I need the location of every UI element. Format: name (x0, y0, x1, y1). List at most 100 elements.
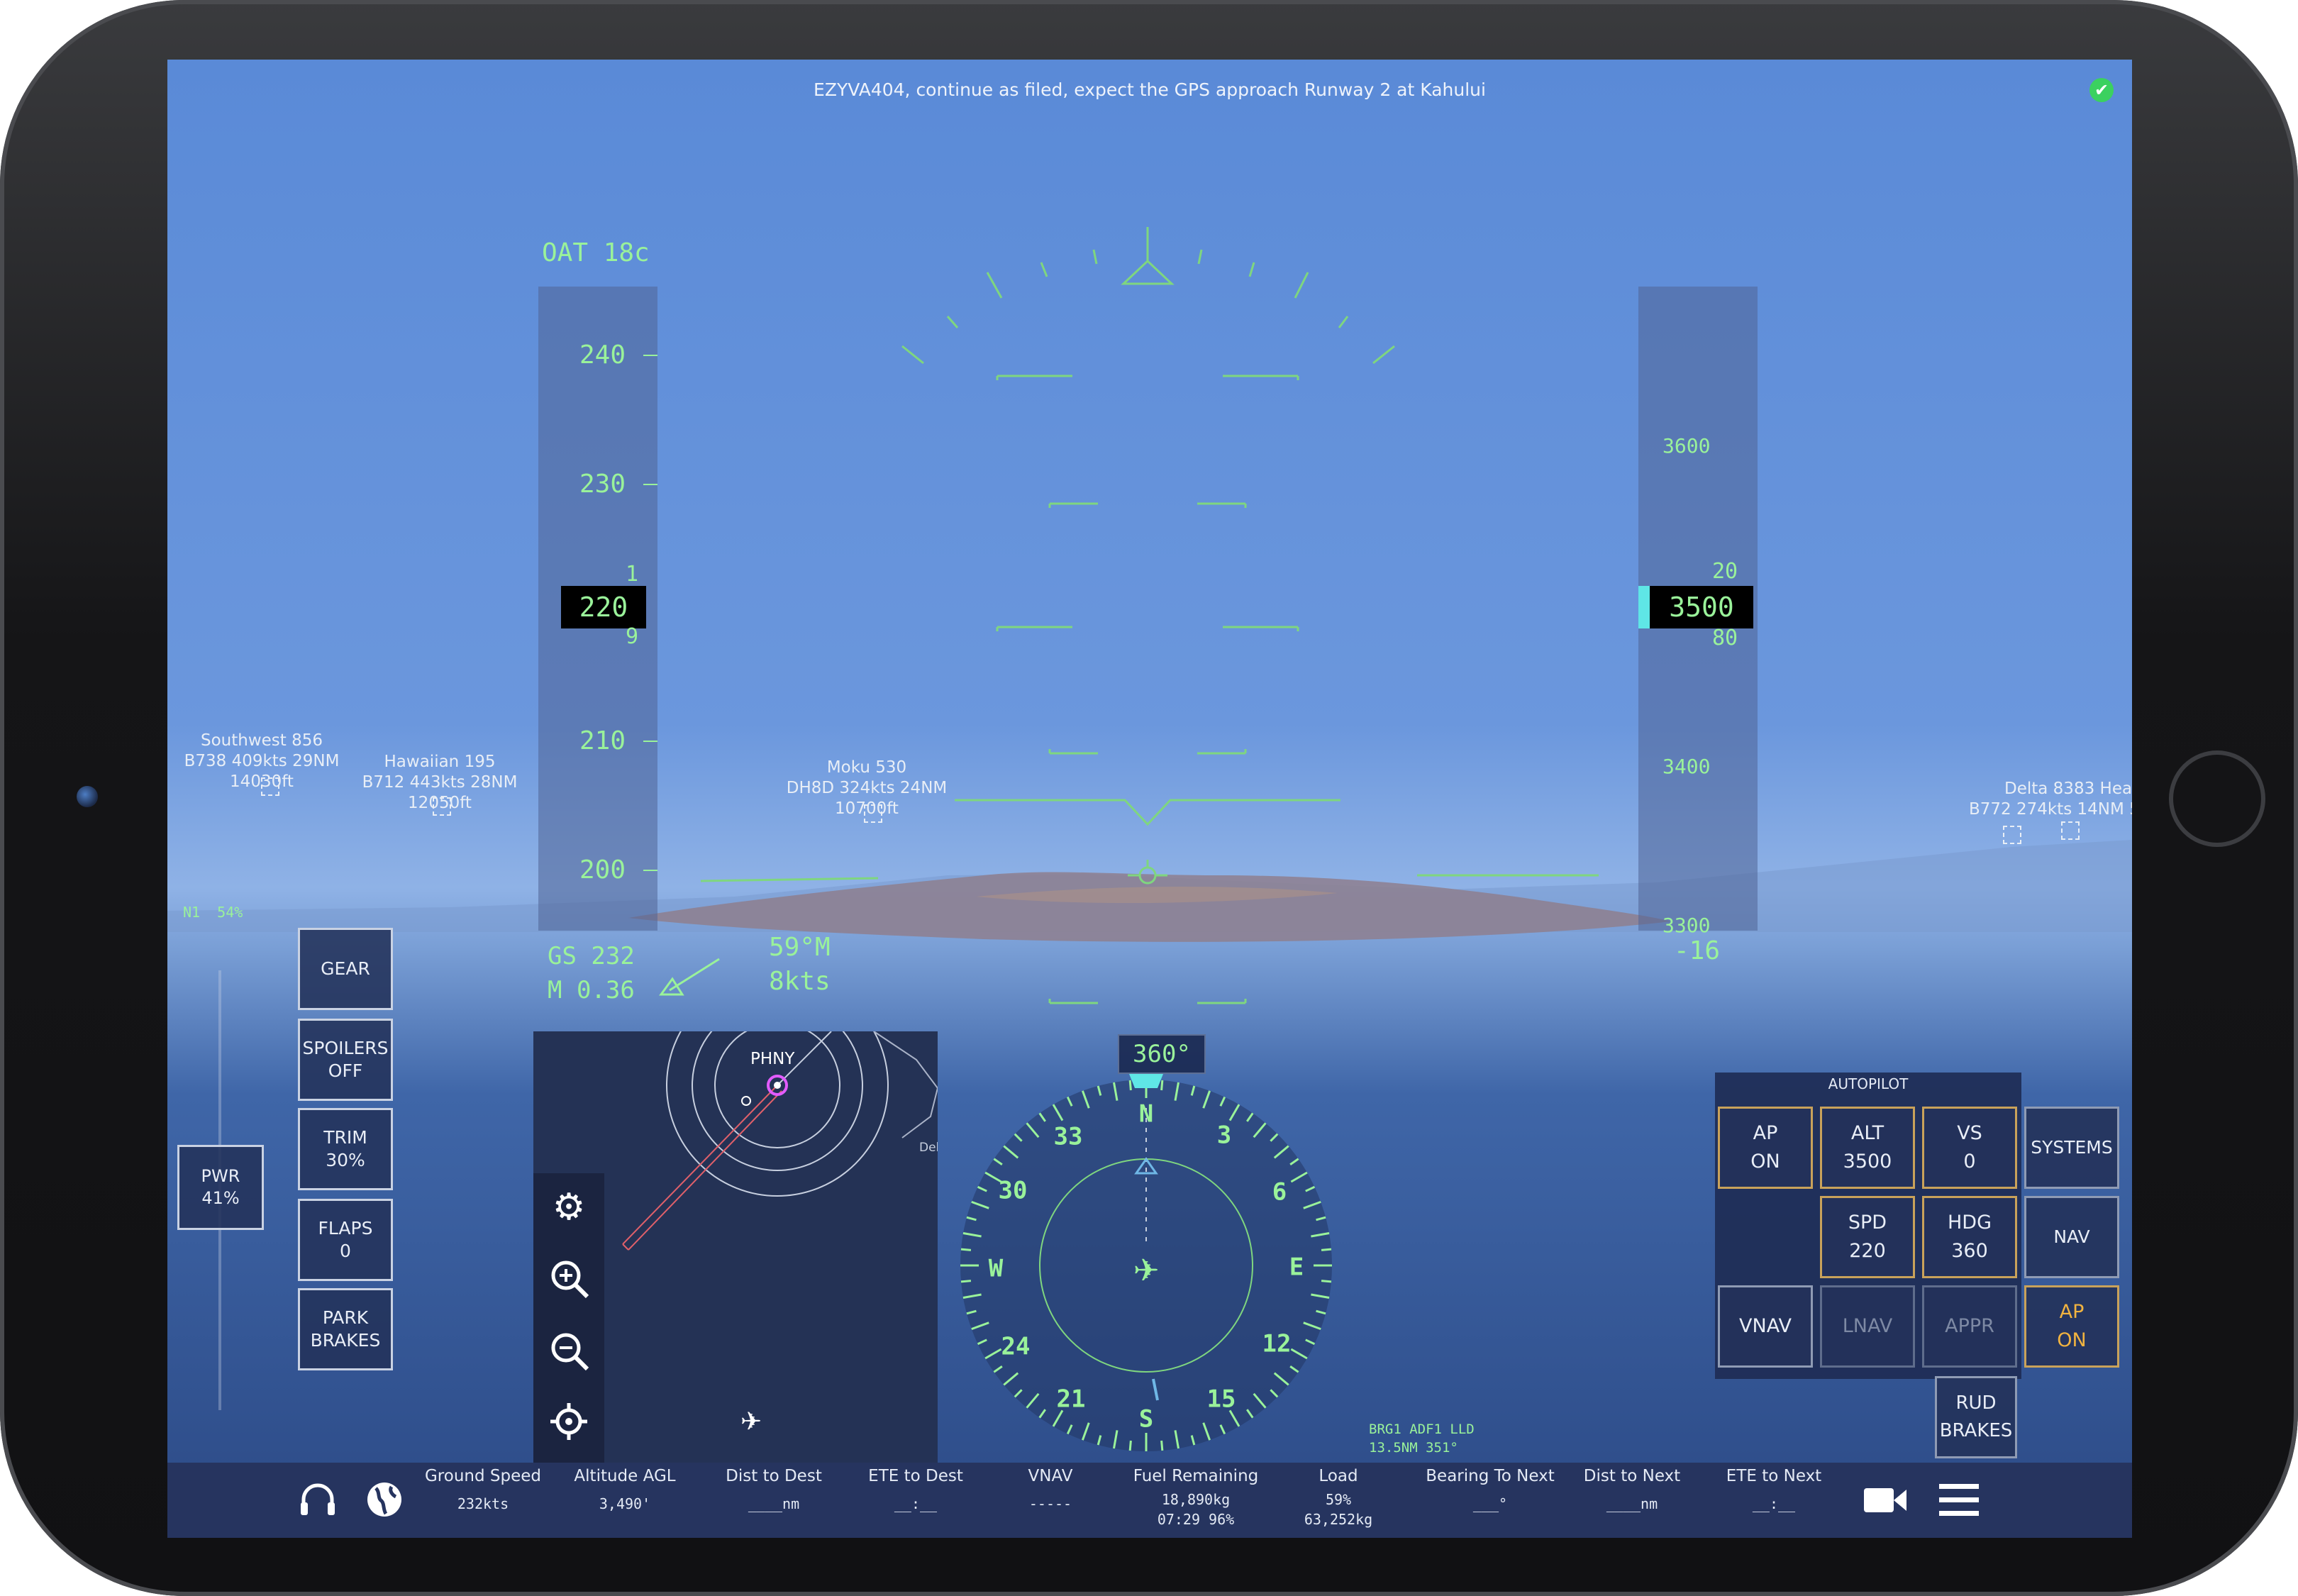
stat-dist-to-next: Dist to Next ____nm (1572, 1463, 1692, 1512)
map-aircraft-icon: ✈ (740, 1407, 762, 1436)
compass-label-33: 33 (1054, 1123, 1083, 1151)
traffic-info: B772 274kts 14NM 5 (1969, 799, 2132, 819)
ap-master-state: ON (2057, 1329, 2087, 1351)
autopilot-lnav-button[interactable]: LNAV (1820, 1285, 1915, 1368)
power-button[interactable]: PWR 41% (177, 1145, 264, 1230)
rudder-brakes-button[interactable]: RUD BRAKES (1935, 1376, 2017, 1458)
stat-load: Load 59% 63,252kg (1278, 1463, 1399, 1528)
traffic-marker[interactable] (2003, 826, 2021, 844)
stat-value: ____nm (748, 1495, 800, 1512)
vs-label: VS (1957, 1121, 1982, 1144)
traffic-marker[interactable] (864, 804, 882, 823)
compass-label-e: E (1289, 1253, 1304, 1282)
stat-value-secondary: 07:29 96% (1157, 1511, 1235, 1528)
stat-fuel-remaining: Fuel Remaining 18,890kg 07:29 96% (1125, 1463, 1267, 1528)
home-button[interactable] (2169, 750, 2265, 847)
zoom-in-icon[interactable] (549, 1258, 592, 1301)
stat-label: ETE to Dest (868, 1467, 963, 1485)
mach-value: M 0.36 (548, 976, 635, 1004)
bottom-status-bar: Ground Speed 232kts Altitude AGL 3,490' … (167, 1463, 2132, 1538)
alt-label: ALT (1850, 1121, 1885, 1144)
traffic-marker[interactable] (2061, 821, 2080, 840)
front-camera (77, 786, 98, 807)
autopilot-vs-button[interactable]: VS 0 (1922, 1107, 2017, 1189)
ap-master-label: AP (2059, 1300, 2085, 1323)
traffic-marker[interactable] (433, 797, 451, 816)
vs-value: 0 (1963, 1151, 1976, 1173)
moving-map[interactable]: PHNY Del ✈ ⚙ (533, 1031, 938, 1465)
compass-label-24: 24 (1001, 1333, 1031, 1361)
compass-label-n: N (1139, 1100, 1153, 1129)
flight-sim-screen: EZYVA404, continue as filed, expect the … (167, 60, 2132, 1538)
traffic-marker[interactable] (261, 777, 279, 796)
stat-label: ETE to Next (1726, 1467, 1822, 1485)
globe-icon[interactable] (363, 1478, 406, 1521)
stat-label: VNAV (1028, 1467, 1073, 1485)
traffic-callsign: Southwest 856 (200, 731, 323, 750)
stat-value: ____nm (1606, 1495, 1658, 1512)
autopilot-vnav-button[interactable]: VNAV (1718, 1285, 1813, 1368)
map-toolbar: ⚙ (533, 1173, 604, 1465)
ap-state: ON (1750, 1151, 1780, 1173)
compass-label-21: 21 (1057, 1385, 1086, 1414)
stat-value: 59% (1325, 1491, 1352, 1508)
autopilot-ap-toggle[interactable]: AP ON (1718, 1107, 1813, 1189)
spoilers-label: SPOILERS (302, 1037, 389, 1058)
traffic-delta[interactable]: Delta 8383 Heav B772 274kts 14NM 5 (1969, 779, 2132, 820)
brakes-label: BRAKES (1939, 1420, 2013, 1441)
autopilot-spd-button[interactable]: SPD 220 (1820, 1196, 1915, 1278)
ownship-aircraft-icon: ✈ (1133, 1253, 1160, 1289)
flaps-value: 0 (340, 1241, 351, 1261)
spoilers-button[interactable]: SPOILERS OFF (298, 1019, 393, 1101)
autopilot-hdg-button[interactable]: HDG 360 (1922, 1196, 2017, 1278)
compass-tick (960, 1280, 972, 1283)
stat-ete-to-dest: ETE to Dest __:__ (855, 1463, 976, 1512)
bearing-source: BRG1 ADF1 LLD (1369, 1422, 1475, 1437)
autopilot-alt-button[interactable]: ALT 3500 (1820, 1107, 1915, 1189)
camera-icon[interactable] (1863, 1483, 1908, 1518)
rud-label: RUD (1955, 1392, 1997, 1414)
stat-value: ----- (1028, 1495, 1072, 1512)
compass-rose[interactable]: N 3 6 E 12 15 S 21 24 W 30 33 ✈ (948, 1067, 1345, 1464)
nav-button[interactable]: NAV (2024, 1196, 2119, 1278)
autopilot-title: AUTOPILOT (1828, 1075, 1909, 1092)
stat-ground-speed: Ground Speed 232kts (423, 1463, 543, 1512)
traffic-callsign: Hawaiian 195 (384, 753, 496, 771)
compass-label-s: S (1139, 1405, 1153, 1434)
ipad-frame: EZYVA404, continue as filed, expect the … (0, 0, 2298, 1596)
flaps-label: FLAPS (318, 1217, 373, 1238)
bearing-distance: 13.5NM 351° (1369, 1440, 1458, 1456)
stat-value: 18,890kg (1161, 1491, 1231, 1508)
compass-label-15: 15 (1207, 1385, 1236, 1414)
gear-button[interactable]: GEAR (298, 928, 393, 1010)
ground-speed-value: GS 232 (548, 942, 635, 970)
stat-label: Load (1319, 1467, 1358, 1485)
settings-gear-icon[interactable]: ⚙ (549, 1187, 589, 1227)
stat-label: Dist to Dest (726, 1467, 822, 1485)
compass-tick (1321, 1280, 1332, 1283)
trim-button[interactable]: TRIM 30% (298, 1108, 393, 1190)
wind-speed: 8kts (769, 967, 831, 996)
stat-value: 232kts (457, 1495, 509, 1512)
headset-icon[interactable] (296, 1478, 339, 1521)
recenter-crosshair-icon[interactable] (549, 1402, 592, 1444)
stat-label: Fuel Remaining (1133, 1467, 1259, 1485)
hdg-label: HDG (1947, 1211, 1992, 1234)
zoom-out-icon[interactable] (549, 1331, 592, 1373)
menu-icon[interactable] (1936, 1481, 1982, 1519)
map-edge-label: Del (919, 1141, 938, 1155)
autopilot-master-button[interactable]: AP ON (2024, 1285, 2119, 1368)
autopilot-appr-button[interactable]: APPR (1922, 1285, 2017, 1368)
compass-label-w: W (989, 1255, 1004, 1283)
wind-arrow-icon (659, 958, 720, 996)
stat-label: Altitude AGL (574, 1467, 676, 1485)
ap-label: AP (1753, 1121, 1778, 1144)
ground-speed-hud: GS 232 M 0.36 (548, 939, 635, 1007)
stat-bearing-to-next: Bearing To Next ___° (1423, 1463, 1558, 1512)
park-brakes-button[interactable]: PARK BRAKES (298, 1288, 393, 1370)
stat-value-secondary: 63,252kg (1304, 1511, 1373, 1528)
systems-button[interactable]: SYSTEMS (2024, 1107, 2119, 1189)
traffic-callsign: Delta 8383 Heav (2004, 780, 2132, 798)
spd-value: 220 (1849, 1240, 1886, 1262)
flaps-button[interactable]: FLAPS 0 (298, 1199, 393, 1281)
